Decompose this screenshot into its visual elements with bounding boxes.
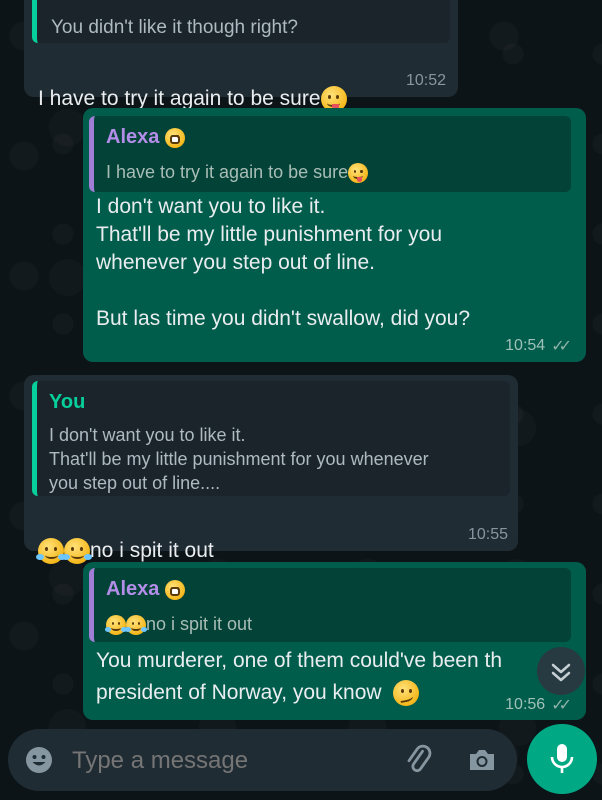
double-check-icon: ✓✓ — [551, 338, 572, 355]
quoted-text: You didn't like it though right? — [51, 17, 298, 38]
quoted-author: You — [49, 391, 86, 413]
message-text: no i spit it out — [36, 509, 418, 565]
paperclip-icon[interactable] — [402, 743, 436, 777]
quoted-author: Alexa — [106, 126, 185, 149]
smirking-face-emoji-icon — [393, 680, 420, 707]
quoted-message[interactable]: You didn't like it though right? — [32, 0, 450, 43]
message-meta: 10:55 — [468, 526, 508, 544]
message-time: 10:56 — [505, 696, 546, 713]
emoji-icon[interactable] — [24, 745, 54, 775]
message-text: I have to try it again to be sure — [38, 57, 398, 113]
quoted-author: Alexa — [106, 578, 185, 601]
quoted-author-name: Alexa — [106, 578, 160, 600]
tears-of-joy-emoji-icon — [36, 538, 66, 565]
quoted-message[interactable]: Alexa I have to try it again to be sure — [89, 116, 571, 192]
message-bubble-incoming[interactable]: You didn't like it though right? I have … — [24, 0, 458, 113]
message-meta: 10:52 — [406, 72, 446, 90]
tears-of-joy-emoji-icon — [62, 538, 92, 565]
message-text-line-1: You murderer, one of them could've been … — [96, 649, 503, 672]
double-check-icon: ✓✓ — [551, 697, 572, 714]
message-input[interactable] — [70, 741, 384, 781]
chevrons-down-icon — [551, 663, 571, 682]
quoted-text: I have to try it again to be sure — [106, 160, 369, 184]
message-text-content: no i spit it out — [90, 539, 214, 562]
quoted-author-name: Alexa — [106, 126, 160, 148]
message-meta: 10:56 ✓✓ — [505, 695, 572, 715]
tears-of-joy-emoji-icon — [124, 615, 148, 636]
camera-icon[interactable] — [466, 744, 498, 776]
message-time: 10:55 — [467, 526, 508, 543]
message-bubble-outgoing[interactable]: Alexa no i spit it out You murderer, one… — [83, 562, 586, 720]
message-time: 10:54 — [505, 337, 546, 354]
grinning-face-emoji-icon — [164, 127, 185, 148]
voice-message-button[interactable] — [527, 724, 597, 794]
message-text-line-2: president of Norway, you know — [96, 679, 546, 707]
quoted-message[interactable]: Alexa no i spit it out — [89, 568, 571, 642]
message-text-content: I have to try it again to be sure — [38, 87, 321, 110]
quoted-text-content: I have to try it again to be sure — [106, 162, 349, 182]
quoted-text: no i spit it out — [104, 612, 253, 636]
message-text: I don't want you to like it. That'll be … — [96, 195, 471, 330]
quoted-text: I don't want you to like it. That'll be … — [49, 425, 429, 493]
microphone-icon — [550, 744, 574, 773]
message-composer[interactable] — [8, 729, 517, 791]
quoted-text-content: no i spit it out — [146, 614, 253, 634]
message-time: 10:52 — [405, 72, 446, 89]
quoted-message[interactable]: You I don't want you to like it. That'll… — [32, 381, 510, 496]
message-bubble-incoming[interactable]: You I don't want you to like it. That'll… — [24, 375, 518, 565]
scroll-to-bottom-button[interactable] — [537, 647, 585, 695]
tears-of-joy-emoji-icon — [104, 615, 128, 636]
message-meta: 10:54 ✓✓ — [505, 336, 572, 356]
face-savoring-food-emoji-icon — [348, 163, 369, 184]
message-bubble-outgoing[interactable]: Alexa I have to try it again to be sure … — [83, 108, 586, 362]
grinning-face-emoji-icon — [164, 579, 185, 600]
message-text: You murderer, one of them could've been … — [96, 647, 546, 707]
message-text-content: president of Norway, you know — [96, 681, 382, 704]
